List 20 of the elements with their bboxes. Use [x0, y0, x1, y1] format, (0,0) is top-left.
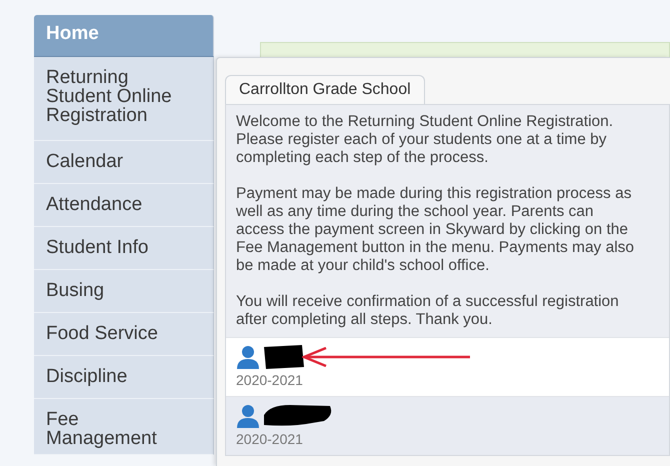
sidebar-item[interactable]: Returning Student Online Registration: [34, 57, 214, 141]
sidebar-item[interactable]: Busing: [34, 270, 214, 313]
sidebar-item[interactable]: Discipline: [34, 356, 214, 399]
sidebar-item[interactable]: Fee Management: [34, 399, 214, 455]
redaction-mark: [264, 345, 304, 369]
sidebar-item[interactable]: Food Service: [34, 313, 214, 356]
student-row[interactable]: 2020-2021: [226, 337, 669, 396]
user-icon: [236, 404, 260, 428]
user-icon: [236, 345, 260, 369]
student-row[interactable]: 2020-2021: [226, 396, 669, 455]
school-year: 2020-2021: [236, 372, 304, 388]
info-paragraph: Welcome to the Returning Student Online Registration. Please register each of your students one at a time by completing each step of the process.: [235, 113, 614, 167]
school-year: 2020-2021: [236, 431, 304, 447]
redaction-mark: [264, 405, 334, 427]
sidebar-item[interactable]: Attendance: [34, 184, 214, 227]
sidebar-item[interactable]: Student Info: [34, 227, 214, 270]
sidebar-item[interactable]: Calendar: [34, 141, 214, 184]
info-paragraph: Payment may be made during this registration process as well as any time during the school year. Parents can access the payment screen in Skyward by clicking on the Fee Management button in the menu. Payments may also be made at your child's school office.: [235, 185, 636, 275]
school-tab[interactable]: Carrollton Grade School: [225, 75, 425, 104]
info-paragraph: You will receive confirmation of a successful registration after completing all steps. Thank you.: [235, 293, 620, 329]
